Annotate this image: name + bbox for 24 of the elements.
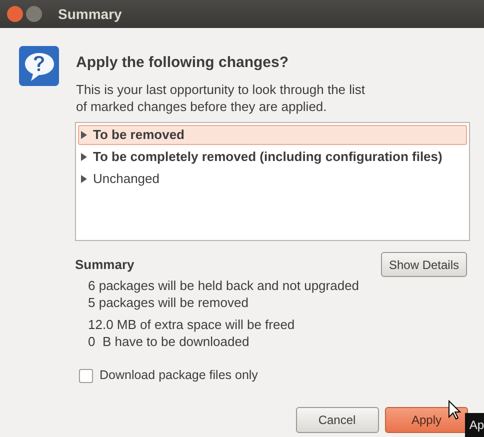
mouse-cursor-icon <box>448 400 461 420</box>
change-group-row[interactable]: To be removed <box>78 124 467 144</box>
close-button[interactable] <box>6 6 22 22</box>
summary-line: 12.0 MB of extra space will be freed <box>88 316 296 334</box>
checkbox-label[interactable]: Download package files only <box>100 366 258 385</box>
show-details-button[interactable]: Show Details <box>381 252 467 277</box>
change-group-row[interactable]: Unchanged <box>78 168 467 188</box>
summary-line: 6 packages will be held back and not upgraded <box>88 277 360 294</box>
checkbox[interactable] <box>79 368 93 383</box>
question-icon <box>18 45 60 87</box>
apply-button[interactable]: Apply <box>385 407 468 433</box>
summary-line: 5 packages will be removed <box>88 294 250 312</box>
tooltip: Ap <box>465 413 484 437</box>
minimize-button[interactable] <box>26 6 42 22</box>
expander-icon[interactable] <box>81 130 87 138</box>
expander-icon[interactable] <box>81 152 87 160</box>
cancel-button[interactable]: Cancel <box>296 407 378 433</box>
summary-line: 0 B have to be downloaded <box>88 333 250 350</box>
dialog-heading: Apply the following changes? <box>76 53 290 73</box>
summary-title: Summary <box>75 256 136 274</box>
expander-icon[interactable] <box>81 174 87 182</box>
change-group-row[interactable]: To be completely removed (including configuration files) <box>78 146 467 166</box>
dialog-description: This is your last opportunity to look through the list of marked changes before they are applied. <box>76 81 366 115</box>
window-title: Summary <box>58 4 122 24</box>
